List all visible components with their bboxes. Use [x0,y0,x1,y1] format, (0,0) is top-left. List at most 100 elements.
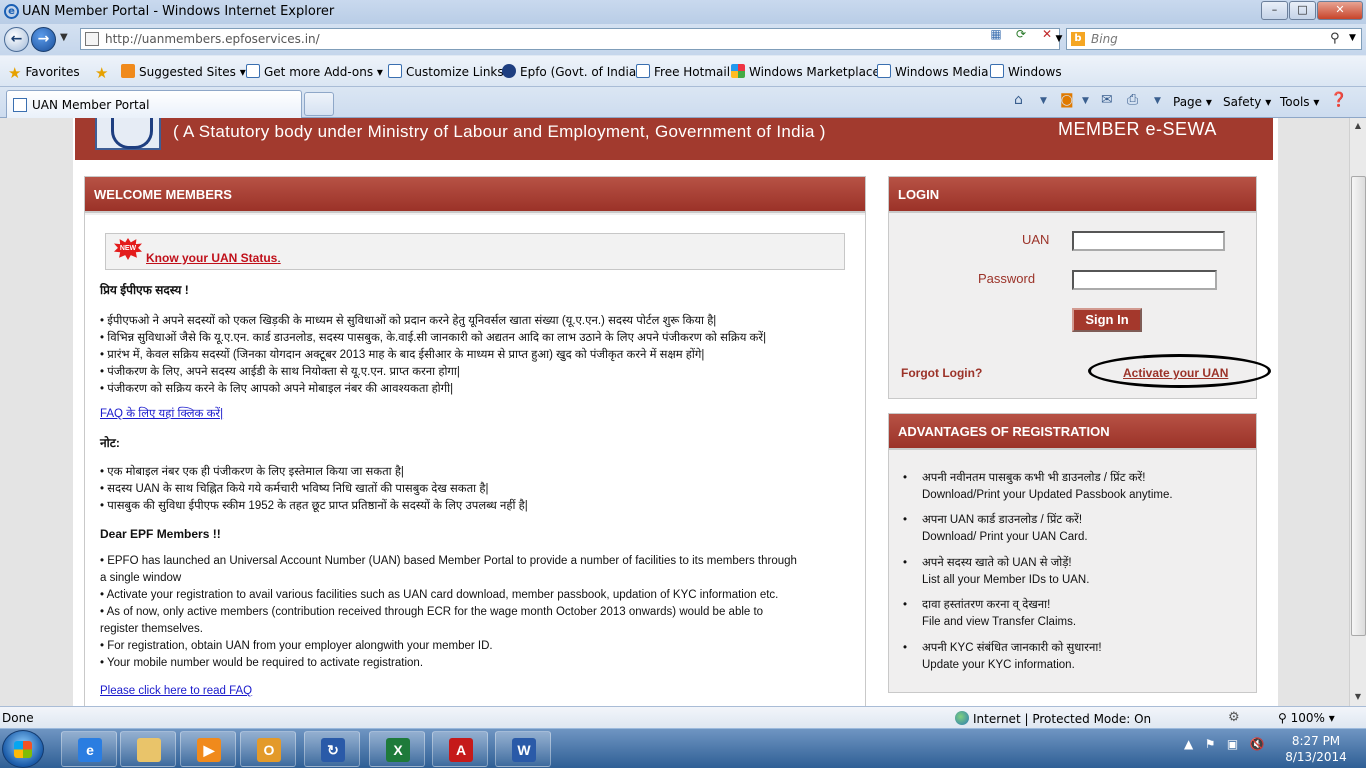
star-icon: ★ [8,64,22,82]
taskbar-word[interactable]: W [495,731,551,767]
stop-icon[interactable]: ✕ [1037,26,1057,43]
zoom-icon: ⚲ [1278,711,1291,725]
safety-menu[interactable]: Safety ▾ [1223,95,1271,109]
note-point: • पासबुक की सुविधा ईपीएफ स्कीम 1952 के त… [100,500,528,512]
back-button[interactable]: ← [4,27,29,52]
close-button[interactable]: ✕ [1317,1,1363,20]
print-icon[interactable]: ⎙ [1127,92,1138,108]
help-icon[interactable]: ❓ [1330,92,1347,108]
fav-windows-media[interactable]: Windows Media [877,64,988,79]
feeds-dropdown-icon[interactable]: ▼ [1082,96,1089,106]
taskbar-excel[interactable]: X [369,731,425,767]
taskbar-ie[interactable]: e [61,731,117,767]
sign-in-button[interactable]: Sign In [1072,308,1142,332]
acrobat-icon: A [449,738,473,762]
show-hidden-icon[interactable]: ▲ [1184,737,1193,751]
scroll-thumb[interactable] [1351,176,1366,636]
home-icon[interactable]: ⌂ [1014,92,1023,108]
password-label: Password [978,271,1036,286]
search-input[interactable]: Bing [1091,32,1118,46]
start-button[interactable] [2,730,44,768]
taskbar: e ▶ O ↻ X A W ▲ ⚑ ▣ 🔇 8:27 PM 8/13/2014 [0,728,1366,768]
english-line: • As of now, only active members (contri… [100,606,764,618]
maximize-button[interactable]: □ [1289,1,1316,20]
fav-epfo[interactable]: Epfo (Govt. of India) [502,64,641,79]
taskbar-remote[interactable]: ↻ [304,731,360,767]
status-bar: Done Internet | Protected Mode: On ⚙ ⚲ 1… [0,706,1366,728]
compatibility-view-icon[interactable]: ▦ [986,26,1006,43]
media-player-icon: ▶ [197,738,221,762]
uan-status-box: NEW Know your UAN Status. [105,233,845,270]
explorer-icon [137,738,161,762]
search-icon[interactable]: ⚲ [1330,31,1340,46]
english-line: • Your mobile number would be required t… [100,657,424,669]
hindi-greeting: प्रिय ईपीएफ सदस्य ! [100,283,189,297]
refresh-icon[interactable]: ⟳ [1011,26,1031,43]
add-favorite-icon[interactable]: ★ [95,64,112,82]
word-icon: W [512,738,536,762]
fav-free-hotmail[interactable]: Free Hotmail [636,64,730,79]
scroll-up-icon[interactable]: ▲ [1350,118,1366,134]
favorites-button[interactable]: ★ Favorites [8,64,80,82]
welcome-body: NEW Know your UAN Status. प्रिय ईपीएफ सद… [85,215,865,706]
address-bar[interactable]: http://uanmembers.epfoservices.in/ ▼ [80,28,1062,50]
page-viewport: ( A Statutory body under Ministry of Lab… [0,118,1349,706]
home-dropdown-icon[interactable]: ▼ [1040,96,1047,106]
advantages-list: • अपनी नवीनतम पासबुक कभी भी डाउनलोड / प्… [889,452,1256,692]
know-uan-status-link[interactable]: Know your UAN Status. [146,251,281,265]
member-eseva-title: MEMBER e-SEWA [1058,119,1217,139]
faq-english-link[interactable]: Please click here to read FAQ [100,685,252,697]
login-header: LOGIN [889,177,1256,213]
hindi-point: • पंजीकरण को सक्रिय करने के लिए आपको अपन… [100,383,454,395]
hindi-point: • पंजीकरण के लिए, अपने सदस्य आईडी के साथ… [100,366,460,378]
network-icon[interactable]: ▣ [1227,737,1238,751]
uan-label: UAN [1022,232,1050,247]
taskbar-outlook[interactable]: O [240,731,296,767]
fav-get-addons[interactable]: Get more Add-ons ▾ [246,64,383,79]
tab-uan-member-portal[interactable]: UAN Member Portal [6,90,302,118]
taskbar-media-player[interactable]: ▶ [180,731,236,767]
volume-icon[interactable]: 🔇 [1250,737,1265,751]
page-icon [636,64,650,78]
taskbar-acrobat[interactable]: A [432,731,488,767]
forward-button[interactable]: → [31,27,56,52]
fav-windows-marketplace[interactable]: Windows Marketplace [731,64,880,79]
fav-customize-links[interactable]: Customize Links [388,64,504,79]
feeds-icon[interactable]: ◙ [1060,92,1074,108]
security-zone[interactable]: Internet | Protected Mode: On [955,711,1151,726]
list-item: • अपने सदस्य खाते को UAN से जोड़ें! List… [903,557,1090,586]
search-dropdown-icon[interactable]: ▼ [1349,33,1356,43]
hindi-point: • विभिन्न सुविधाओं जैसे कि यू.ए.एन. कार्… [100,332,767,344]
scroll-down-icon[interactable]: ▼ [1350,689,1366,705]
english-line: • For registration, obtain UAN from your… [100,640,493,652]
welcome-header: WELCOME MEMBERS [85,177,865,213]
vertical-scrollbar[interactable]: ▲ ▼ [1349,118,1366,706]
uan-input[interactable] [1072,231,1225,251]
faq-hindi-link[interactable]: FAQ के लिए यहां क्लिक करें| [100,406,223,421]
taskbar-explorer[interactable] [120,731,176,767]
password-input[interactable] [1072,270,1217,290]
history-dropdown-icon[interactable]: ▼ [60,32,68,43]
zoom-level[interactable]: ⚲ 100% ▾ [1278,711,1335,725]
mail-icon[interactable]: ✉ [1101,92,1113,108]
epfo-banner: ( A Statutory body under Ministry of Lab… [75,118,1273,160]
tools-menu[interactable]: Tools ▾ [1280,95,1319,109]
banner-tagline: ( A Statutory body under Ministry of Lab… [173,122,826,141]
print-dropdown-icon[interactable]: ▼ [1154,96,1161,106]
fav-suggested-sites[interactable]: Suggested Sites ▾ [121,64,246,79]
note-point: • सदस्य UAN के साथ चिह्नित किये गये कर्म… [100,483,489,495]
new-tab-button[interactable] [304,92,334,116]
protected-mode-icon[interactable]: ⚙ [1228,710,1240,725]
fav-windows[interactable]: Windows [990,64,1062,79]
page-menu[interactable]: Page ▾ [1173,95,1212,109]
url-input[interactable]: http://uanmembers.epfoservices.in/ [105,32,320,46]
search-box[interactable]: b Bing ⚲ ▼ [1066,28,1362,50]
minimize-button[interactable]: – [1261,1,1288,20]
page-content: ( A Statutory body under Ministry of Lab… [73,118,1278,706]
clock[interactable]: 8:27 PM 8/13/2014 [1282,733,1350,765]
list-item: • दावा हस्तांतरण करना व् देखना! File and… [903,599,1077,628]
forgot-login-link[interactable]: Forgot Login? [901,366,982,380]
page-icon [990,64,1004,78]
flag-icon[interactable]: ⚑ [1205,737,1216,751]
note-point: • एक मोबाइल नंबर एक ही पंजीकरण के लिए इस… [100,466,404,478]
